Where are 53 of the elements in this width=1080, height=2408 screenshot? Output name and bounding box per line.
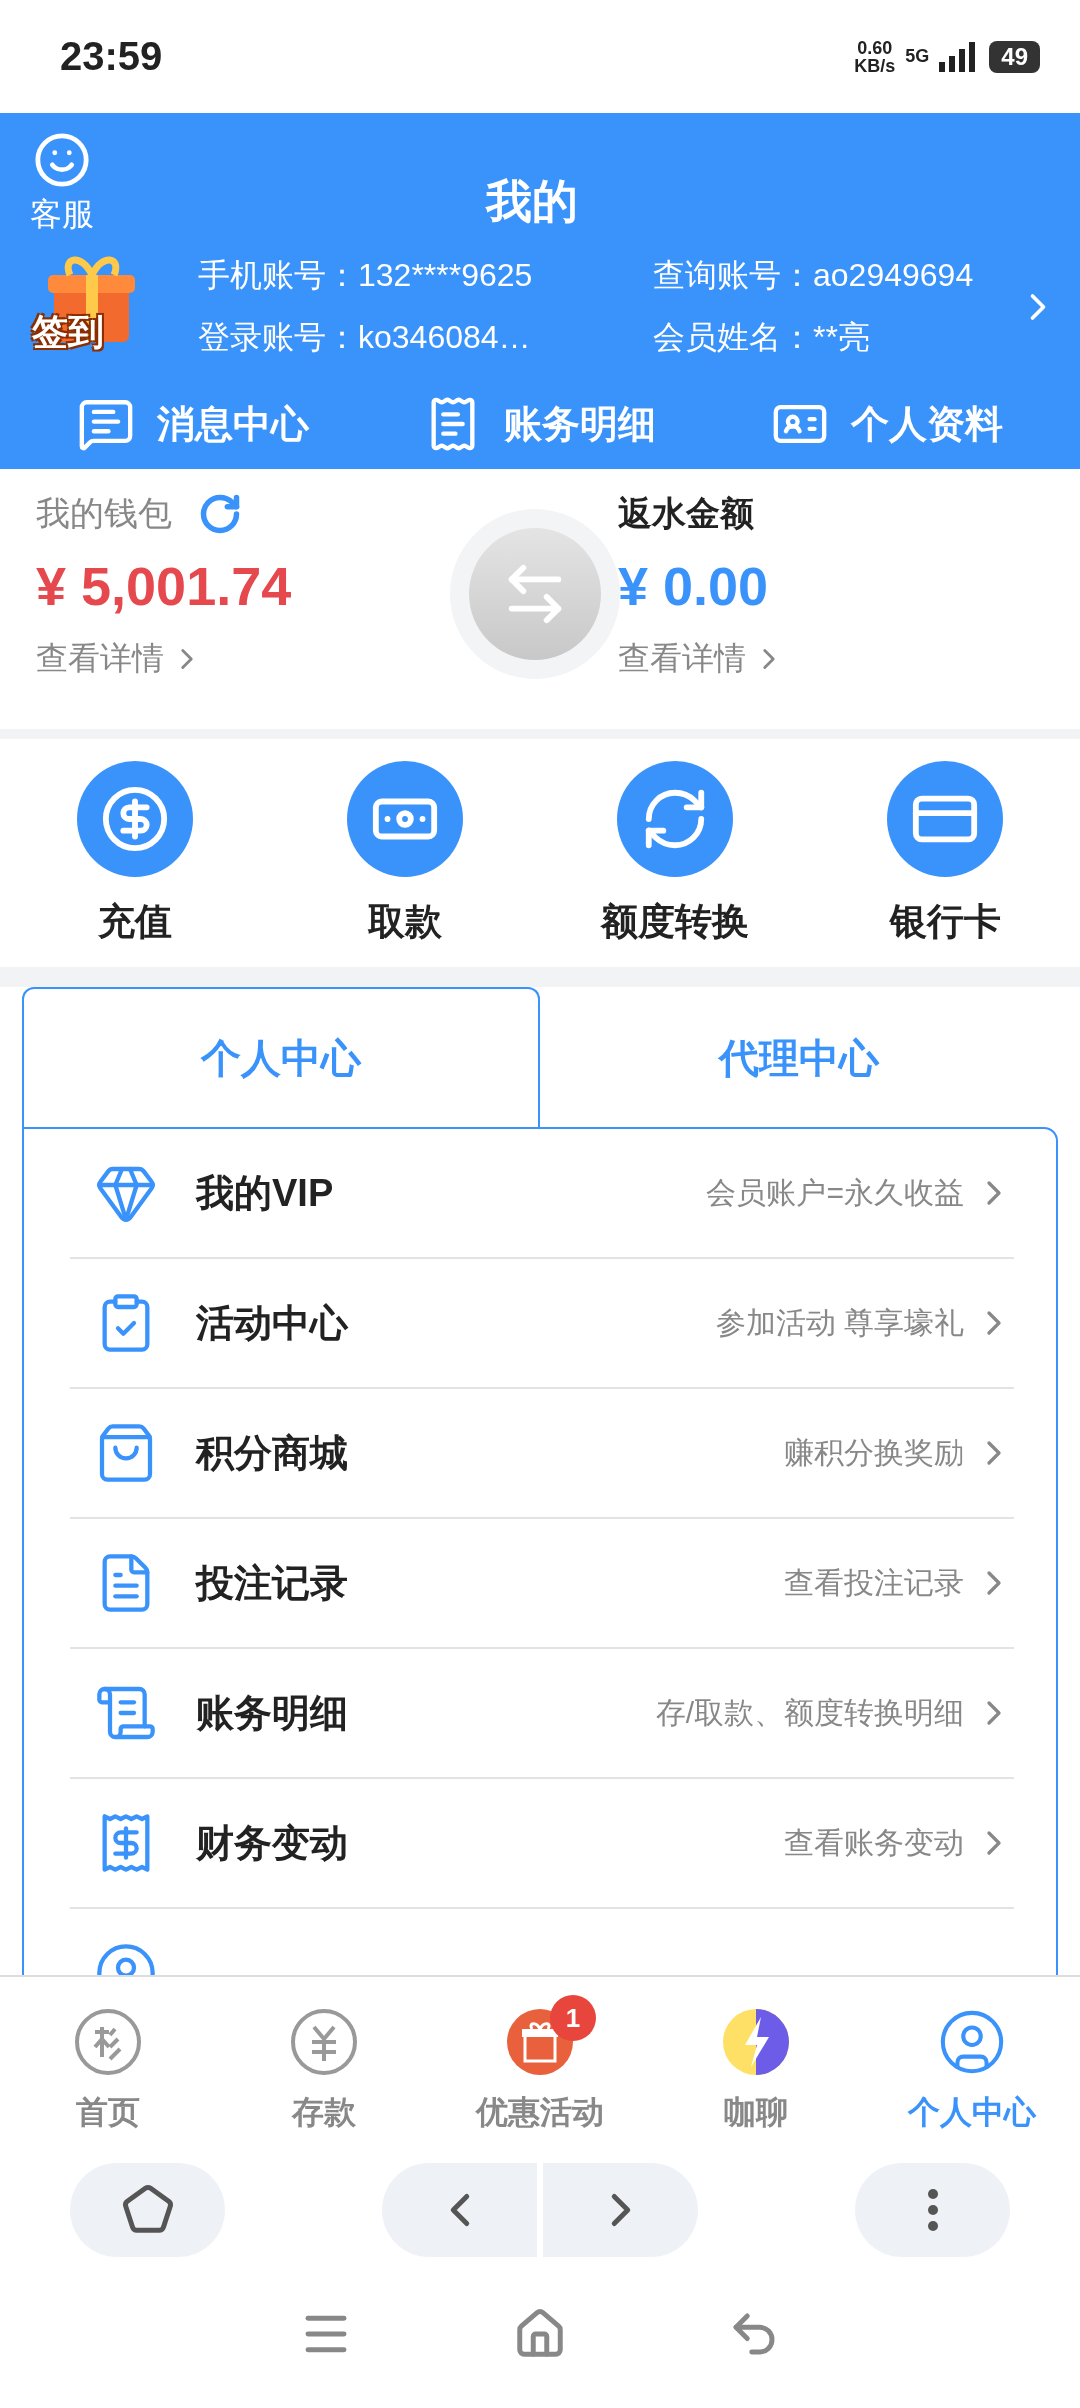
action-button[interactable]: 充值 (15, 761, 255, 947)
menu-title: 活动中心 (196, 1300, 350, 1346)
menu-row[interactable]: 账务明细 存/取款、额度转换明细 (70, 1649, 1014, 1779)
more-icon (926, 2188, 939, 2232)
action-button[interactable]: 银行卡 (825, 761, 1065, 947)
yuan-icon (289, 2007, 359, 2077)
action-button[interactable]: 额度转换 (555, 761, 795, 947)
nav-tab[interactable]: 首页 (0, 1995, 216, 2135)
menu-hint: 存/取款、额度转换明细 (655, 1694, 964, 1731)
menu-title: 账务明细 (196, 1690, 349, 1736)
refresh-icon[interactable] (198, 492, 242, 536)
network-speed: 0.60 (857, 38, 893, 57)
lightning-icon (721, 2007, 791, 2077)
balance-amount: ¥ 0.00 (618, 555, 770, 617)
page-title: 我的 (484, 174, 579, 229)
battery-level: 49 (989, 40, 1040, 73)
network-type: 5G (905, 46, 930, 67)
menu-hint: 查看投注记录 (784, 1564, 964, 1601)
clock: 23:59 (60, 34, 163, 79)
wallet-title: 返水金额 (618, 493, 754, 534)
account-field: 登录账号：ko346084… (198, 316, 653, 360)
menu-row[interactable]: 投注记录 查看投注记录 (70, 1519, 1014, 1649)
wallet-title: 我的钱包 (36, 493, 172, 534)
customer-service-button[interactable]: 客服 (30, 131, 94, 237)
balance-amount: ¥ 5,001.74 (36, 555, 293, 617)
speed-unit: KB/s (854, 56, 896, 75)
nav-tab[interactable]: 咖聊 (648, 1995, 864, 2135)
nav-tab[interactable]: 个人中心 (864, 1995, 1080, 2135)
action-button[interactable]: 取款 (285, 761, 525, 947)
shortcut-button[interactable]: 账务明细 (424, 395, 656, 453)
menu-row[interactable]: 积分商城 赚积分换奖励 (70, 1389, 1014, 1519)
nav-tab[interactable]: 存款 (216, 1995, 432, 2135)
menu-hint: 参加活动 尊享壕礼 (715, 1304, 964, 1341)
menu-hint: 赚积分换奖励 (784, 1434, 964, 1471)
shortcut-button[interactable]: 消息中心 (77, 395, 310, 453)
menu-hint: 会员账户=永久收益 (706, 1174, 964, 1211)
account-field: 会员姓名：**亮 (653, 316, 1016, 360)
shortcut-button[interactable]: 个人资料 (770, 395, 1003, 453)
tab[interactable]: 个人中心 (22, 987, 540, 1127)
nav-tab[interactable]: 优惠活动 1 (432, 1995, 648, 2135)
menu-row[interactable]: 我的VIP 会员账户=永久收益 (70, 1129, 1014, 1259)
account-field: 查询账号：ao2949694 (653, 254, 1016, 298)
menu-hint: 查看账务变动 (784, 1824, 964, 1861)
menu-title: 我的VIP (196, 1170, 335, 1216)
details-link[interactable]: 查看详情 (36, 637, 204, 681)
details-link[interactable]: 查看详情 (618, 637, 786, 681)
menu-title: 财务变动 (196, 1820, 349, 1866)
notification-badge: 1 (550, 1995, 596, 2041)
menu-title: 投注记录 (196, 1560, 349, 1606)
menu-title: 积分商城 (196, 1430, 349, 1476)
menu-row[interactable]: 财务变动 查看账务变动 (70, 1779, 1014, 1909)
account-field: 手机账号：132****9625 (198, 254, 653, 298)
menu-row[interactable]: 活动中心 参加活动 尊享壕礼 (70, 1259, 1014, 1389)
